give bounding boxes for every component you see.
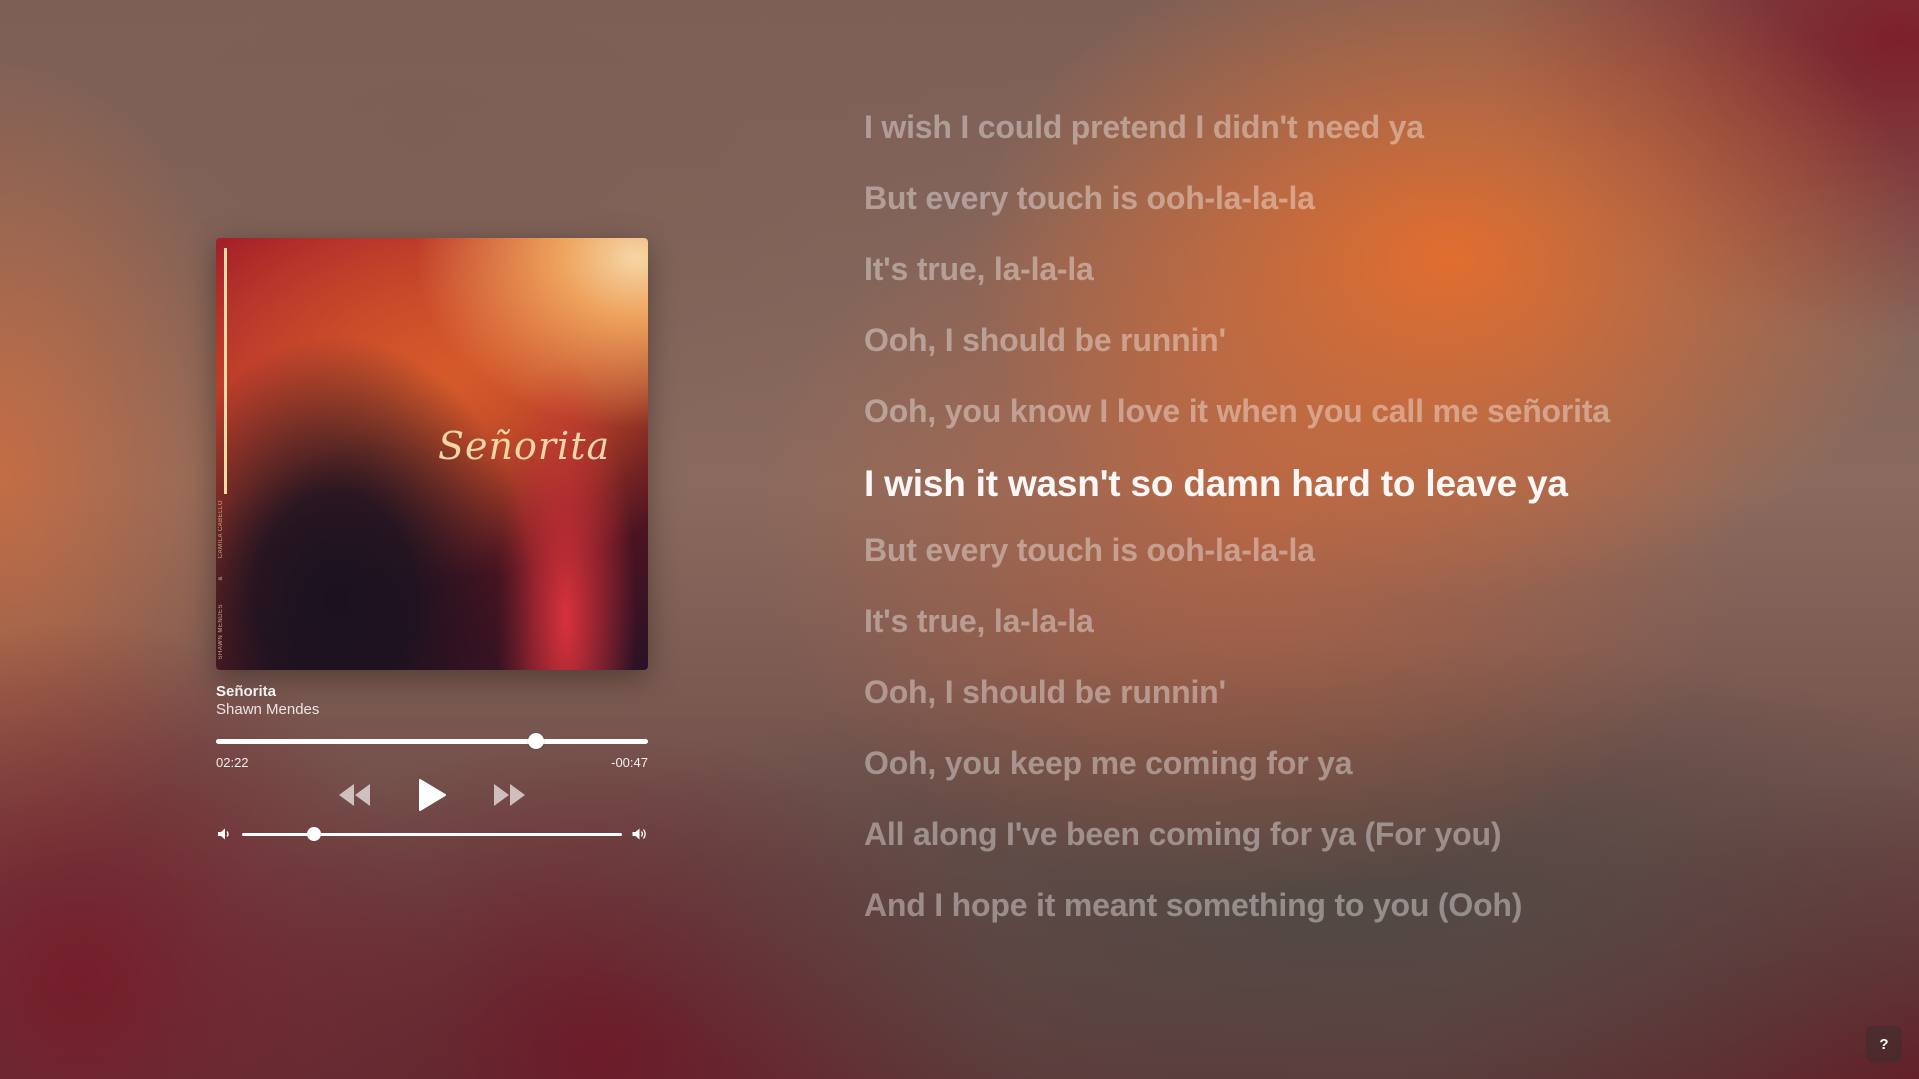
rewind-icon <box>339 784 370 806</box>
lyric-line[interactable]: Ooh, you know I love it when you call me… <box>864 392 1624 431</box>
album-side-text-mid: & <box>218 576 224 581</box>
playback-controls <box>216 774 648 816</box>
lyric-line[interactable]: Ooh, you keep me coming for ya <box>864 744 1624 783</box>
volume-low-icon[interactable] <box>216 826 232 842</box>
album-side-text-bottom: SHAWN MENDES <box>218 604 224 660</box>
track-artist: Shawn Mendes <box>216 701 320 718</box>
volume-slider[interactable] <box>242 826 622 842</box>
album-artwork: CAMILA CABELLO & SHAWN MENDES Señorita <box>216 238 648 670</box>
lyric-line[interactable]: Ooh, I should be runnin' <box>864 321 1624 360</box>
track-title: Señorita <box>216 683 277 700</box>
time-readout: 02:22 -00:47 <box>216 755 648 770</box>
lyrics-panel: I wish I could pretend I didn't need ya B… <box>864 108 1624 957</box>
play-icon <box>419 779 446 811</box>
lyric-line[interactable]: But every touch is ooh-la-la-la <box>864 179 1624 218</box>
album-script-title: Señorita <box>438 424 611 468</box>
volume-high-icon[interactable] <box>632 826 648 842</box>
lyric-line[interactable]: It's true, la-la-la <box>864 250 1624 289</box>
elapsed-time: 02:22 <box>216 755 249 770</box>
lyric-line[interactable]: I wish I could pretend I didn't need ya <box>864 108 1624 147</box>
progress-thumb[interactable] <box>527 733 544 749</box>
volume-thumb[interactable] <box>307 827 322 841</box>
fast-forward-button[interactable] <box>492 784 526 806</box>
lyric-line[interactable]: Ooh, I should be runnin' <box>864 673 1624 712</box>
lyric-line[interactable]: And I hope it meant something to you (Oo… <box>864 886 1624 925</box>
album-side-text-top: CAMILA CABELLO <box>218 500 224 559</box>
volume-control <box>216 824 648 844</box>
help-button[interactable]: ? <box>1866 1026 1902 1062</box>
progress-track[interactable] <box>216 739 648 744</box>
album-stripe <box>224 248 227 494</box>
lyric-line[interactable]: But every touch is ooh-la-la-la <box>864 531 1624 570</box>
remaining-time: -00:47 <box>611 755 648 770</box>
lyric-line-active[interactable]: I wish it wasn't so damn hard to leave y… <box>864 463 1624 505</box>
volume-track[interactable] <box>242 833 622 836</box>
play-button[interactable] <box>418 779 446 811</box>
player-panel: CAMILA CABELLO & SHAWN MENDES Señorita S… <box>216 238 648 844</box>
progress-slider[interactable] <box>216 733 648 749</box>
rewind-button[interactable] <box>338 784 372 806</box>
lyric-line[interactable]: All along I've been coming for ya (For y… <box>864 815 1624 854</box>
lyric-line[interactable]: It's true, la-la-la <box>864 602 1624 641</box>
fast-forward-icon <box>494 784 525 806</box>
